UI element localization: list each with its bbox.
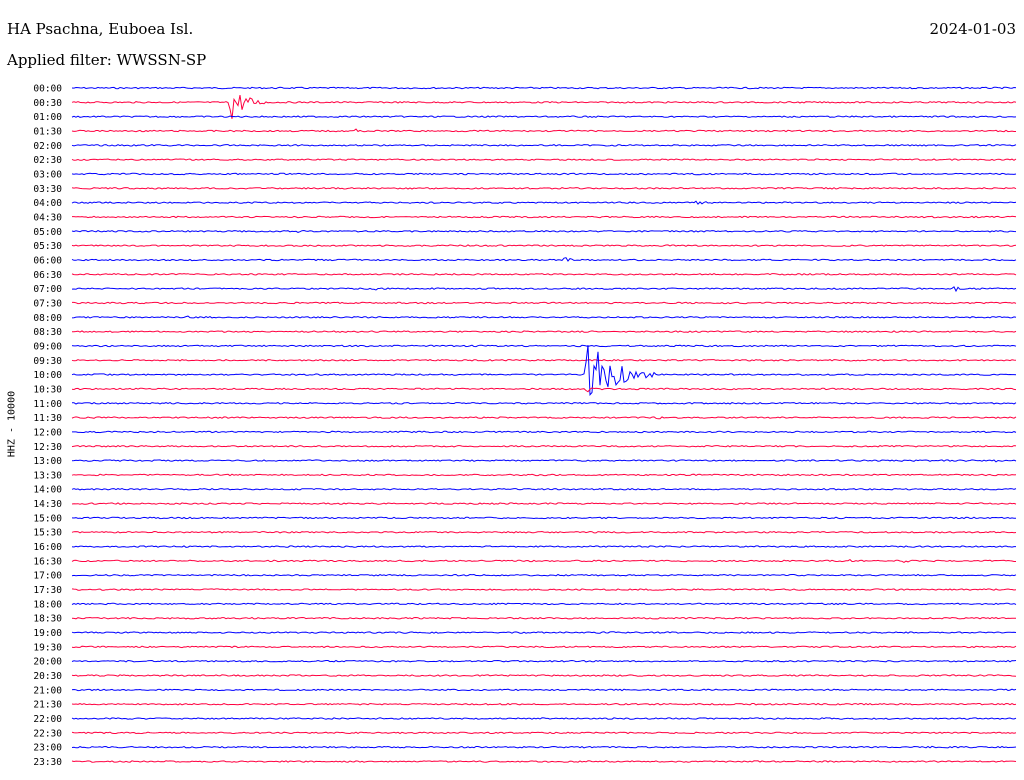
time-label-0530: 05:30 — [33, 241, 62, 252]
time-label-2000: 20:00 — [33, 657, 62, 668]
time-label-1300: 13:00 — [33, 456, 62, 467]
time-label-1530: 15:30 — [33, 528, 62, 539]
time-label-0430: 04:30 — [33, 212, 62, 223]
time-label-0700: 07:00 — [33, 284, 62, 295]
trace-1600 — [71, 545, 1016, 548]
time-label-1230: 12:30 — [33, 442, 62, 453]
time-label-2130: 21:30 — [33, 700, 62, 711]
trace-0630 — [71, 273, 1017, 276]
trace-2230 — [71, 731, 1017, 735]
trace-1030 — [71, 387, 1017, 393]
trace-1230 — [71, 445, 1017, 448]
time-label-1800: 18:00 — [33, 599, 62, 610]
time-label-2200: 22:00 — [33, 714, 62, 725]
time-label-1000: 10:00 — [33, 370, 62, 381]
time-label-0100: 01:00 — [33, 112, 62, 123]
trace-1300 — [71, 459, 1017, 463]
trace-0930 — [71, 359, 1017, 362]
time-label-1100: 11:00 — [33, 399, 62, 410]
helicorder-plot: 00:00 00:30 01:00 01:30 02:00 02:30 03:00 03:30… — [33, 84, 1017, 768]
trace-0700 — [71, 286, 1017, 293]
trace-1430 — [71, 502, 1017, 505]
time-label-1400: 14:00 — [33, 485, 62, 496]
trace-0800 — [71, 315, 1017, 319]
time-label-2300: 23:00 — [33, 743, 62, 754]
time-label-1130: 11:30 — [33, 413, 62, 424]
time-label-0800: 08:00 — [33, 313, 62, 324]
time-label-0300: 03:00 — [33, 169, 62, 180]
time-label-0730: 07:30 — [33, 298, 62, 309]
time-label-0400: 04:00 — [33, 198, 62, 209]
time-label-1900: 19:00 — [33, 628, 62, 639]
time-label-1500: 15:00 — [33, 513, 62, 524]
time-label-0500: 05:00 — [33, 227, 62, 238]
time-label-0830: 08:30 — [33, 327, 62, 338]
trace-1530 — [71, 530, 1017, 534]
time-label-1730: 17:30 — [33, 585, 62, 596]
trace-0130 — [71, 128, 1016, 133]
trace-0400 — [71, 200, 1017, 205]
trace-1000 — [71, 345, 1017, 396]
trace-0000 — [71, 86, 1017, 90]
trace-2130 — [71, 702, 1017, 706]
time-label-1700: 17:00 — [33, 571, 62, 582]
time-label-1330: 13:30 — [33, 470, 62, 481]
time-label-0200: 02:00 — [33, 141, 62, 152]
trace-0330 — [71, 187, 1017, 190]
time-label-1030: 10:30 — [33, 384, 62, 395]
time-label-1200: 12:00 — [33, 427, 62, 438]
trace-0730 — [72, 301, 1017, 305]
time-label-2330: 23:30 — [33, 757, 62, 768]
time-label-0600: 06:00 — [33, 255, 62, 266]
trace-1630 — [71, 558, 1016, 563]
trace-1330 — [71, 473, 1017, 477]
trace-0830 — [72, 330, 1017, 333]
time-label-1830: 18:30 — [33, 614, 62, 625]
time-label-1930: 19:30 — [33, 642, 62, 653]
trace-1100 — [72, 402, 1017, 405]
trace-0030 — [71, 95, 1017, 119]
time-label-0030: 00:30 — [33, 98, 62, 109]
trace-1500 — [71, 516, 1017, 520]
trace-0900 — [71, 344, 1017, 348]
trace-1700 — [71, 573, 1017, 577]
trace-1130 — [71, 416, 1017, 420]
time-label-0900: 09:00 — [33, 341, 62, 352]
trace-2200 — [71, 717, 1017, 720]
trace-0200 — [71, 144, 1017, 147]
trace-0230 — [71, 158, 1017, 161]
trace-0430 — [72, 215, 1017, 219]
trace-1400 — [71, 487, 1017, 491]
trace-0530 — [71, 244, 1017, 247]
trace-1830 — [71, 616, 1016, 620]
trace-0300 — [71, 172, 1017, 176]
trace-2030 — [71, 674, 1017, 677]
time-label-0630: 06:30 — [33, 270, 62, 281]
time-label-1430: 14:30 — [33, 499, 62, 510]
trace-2100 — [71, 688, 1017, 692]
time-label-2230: 22:30 — [33, 728, 62, 739]
time-label-0330: 03:30 — [33, 184, 62, 195]
trace-2000 — [71, 659, 1017, 663]
time-label-0000: 00:00 — [33, 84, 62, 95]
trace-2300 — [71, 745, 1017, 749]
trace-1800 — [71, 602, 1017, 606]
time-label-0230: 02:30 — [33, 155, 62, 166]
trace-0500 — [71, 229, 1017, 233]
time-label-0130: 01:30 — [33, 126, 62, 137]
trace-1930 — [71, 645, 1017, 649]
trace-0100 — [71, 115, 1017, 119]
trace-2330 — [71, 760, 1017, 763]
trace-0600 — [71, 257, 1017, 262]
time-label-1600: 16:00 — [33, 542, 62, 553]
trace-1900 — [71, 631, 1017, 634]
time-label-2100: 21:00 — [33, 685, 62, 696]
time-label-2030: 20:30 — [33, 671, 62, 682]
time-label-1630: 16:30 — [33, 556, 62, 567]
time-label-0930: 09:30 — [33, 356, 62, 367]
trace-1200 — [72, 430, 1017, 434]
trace-1730 — [71, 588, 1017, 591]
